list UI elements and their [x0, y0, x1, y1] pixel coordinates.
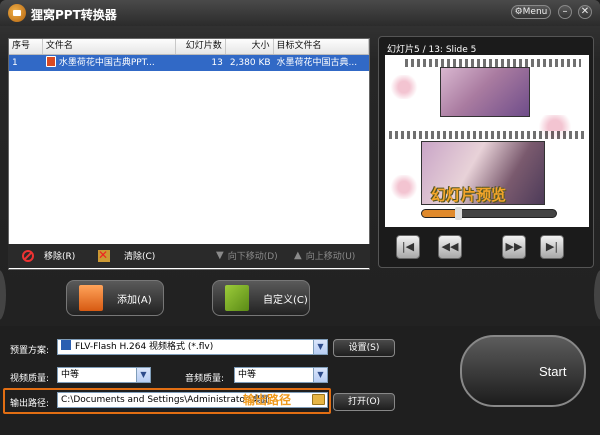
clear-icon [98, 248, 110, 262]
arrow-up-icon: ▲ [294, 250, 302, 261]
flv-icon [61, 340, 71, 350]
remove-icon [22, 249, 34, 262]
rewind-icon: ◀◀ [441, 240, 459, 253]
column-header-slides[interactable]: 幻灯片数 [176, 39, 226, 54]
arrow-down-icon: ▼ [216, 250, 224, 261]
seek-slider[interactable] [421, 207, 557, 220]
seek-progress [422, 210, 459, 217]
fast-forward-icon: ▶▶ [505, 240, 523, 253]
open-folder-button[interactable]: 打开(O) [333, 393, 395, 411]
chevron-down-icon: ▼ [313, 340, 327, 354]
audio-quality-label: 音频质量: [185, 374, 225, 384]
column-header-target[interactable]: 目标文件名 [274, 39, 369, 54]
column-header-filename[interactable]: 文件名 [43, 39, 177, 54]
chevron-down-icon: ▼ [313, 368, 327, 382]
folder-icon[interactable] [312, 394, 325, 405]
slide-preview-panel: 幻灯片5 / 13: Slide 5 幻灯片预览 |◀ ◀◀ ▶▶ ▶| [378, 36, 594, 268]
skip-forward-icon: ▶| [545, 240, 559, 253]
title-bar: 狸窝PPT转换器 ⚙Menu – ✕ [0, 0, 600, 26]
close-button[interactable]: ✕ [578, 5, 592, 19]
settings-button[interactable]: 设置(S) [333, 339, 395, 357]
next-slide-button[interactable]: ▶▶ [502, 235, 526, 259]
output-path-annotation: 输出路径 [243, 393, 292, 407]
left-decoration [0, 270, 6, 320]
preview-slide-label: 幻灯片5 / 13: Slide 5 [387, 45, 477, 55]
ppt-file-icon [45, 56, 56, 67]
column-header-size[interactable]: 大小 [226, 39, 274, 54]
table-row[interactable]: 1 水墨荷花中国古典PPT... 13 2,380 KB 水墨荷花中国古典... [9, 55, 369, 71]
file-list[interactable]: 序号 文件名 幻灯片数 大小 目标文件名 1 水墨荷花中国古典PPT... 13… [8, 38, 370, 270]
app-logo-icon [8, 4, 26, 22]
start-label: Start [539, 364, 567, 379]
app-window: 狸窝PPT转换器 ⚙Menu – ✕ 序号 文件名 幻灯片数 大小 目标文件名 … [0, 0, 600, 435]
output-path-label: 输出路径: [10, 399, 50, 409]
last-slide-button[interactable]: ▶| [540, 235, 564, 259]
gear-icon: ⚙ [514, 7, 523, 17]
skip-back-icon: |◀ [401, 240, 415, 253]
tools-icon [225, 285, 249, 311]
previous-slide-button[interactable]: ◀◀ [438, 235, 462, 259]
preset-select[interactable]: FLV-Flash H.264 视频格式 (*.flv) ▼ [57, 339, 328, 355]
first-slide-button[interactable]: |◀ [396, 235, 420, 259]
playback-controls: |◀ ◀◀ ▶▶ ▶| [379, 199, 595, 269]
add-file-icon [79, 285, 103, 311]
row-target: 水墨荷花中国古典... [276, 58, 358, 68]
slide-photo [440, 67, 530, 117]
row-slides: 13 [211, 58, 223, 68]
list-toolbar: 移除(R) 清除(C) ▼ 向下移动(D) ▲ 向上移动(U) [8, 244, 370, 268]
preset-label: 预置方案: [10, 346, 50, 356]
row-filename: 水墨荷花中国古典PPT... [43, 55, 176, 71]
column-header-index[interactable]: 序号 [9, 39, 43, 54]
row-index: 1 [12, 58, 18, 68]
app-title: 狸窝PPT转换器 [31, 8, 117, 22]
start-button[interactable]: Start [460, 335, 586, 407]
seek-handle[interactable] [455, 207, 463, 220]
video-quality-select[interactable]: 中等 ▼ [57, 367, 151, 383]
file-list-header: 序号 文件名 幻灯片数 大小 目标文件名 [9, 39, 369, 55]
minimize-button[interactable]: – [558, 5, 572, 19]
remove-button[interactable]: 移除(R) [22, 249, 75, 262]
customize-button[interactable]: 自定义(C) [212, 280, 310, 316]
chevron-down-icon: ▼ [136, 368, 150, 382]
row-size: 2,380 KB [229, 58, 271, 68]
move-down-button[interactable]: ▼ 向下移动(D) [216, 249, 278, 262]
move-up-button[interactable]: ▲ 向上移动(U) [294, 249, 355, 262]
right-decoration [594, 270, 600, 320]
audio-quality-select[interactable]: 中等 ▼ [234, 367, 328, 383]
add-button[interactable]: 添加(A) [66, 280, 164, 316]
clear-button[interactable]: 清除(C) [98, 248, 155, 262]
menu-button[interactable]: ⚙Menu [511, 5, 551, 19]
video-quality-label: 视频质量: [10, 374, 50, 384]
